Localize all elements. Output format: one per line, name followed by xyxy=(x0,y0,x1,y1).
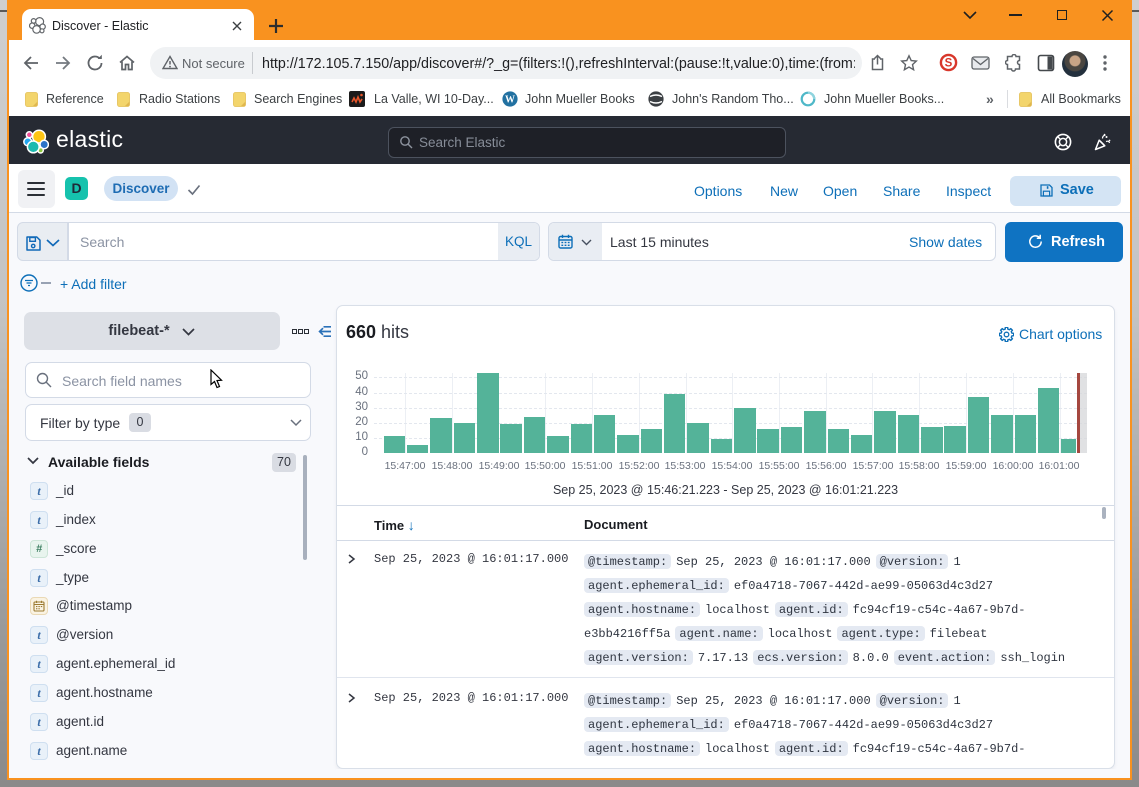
svg-text:S: S xyxy=(945,58,953,70)
svg-text:W: W xyxy=(505,95,515,106)
